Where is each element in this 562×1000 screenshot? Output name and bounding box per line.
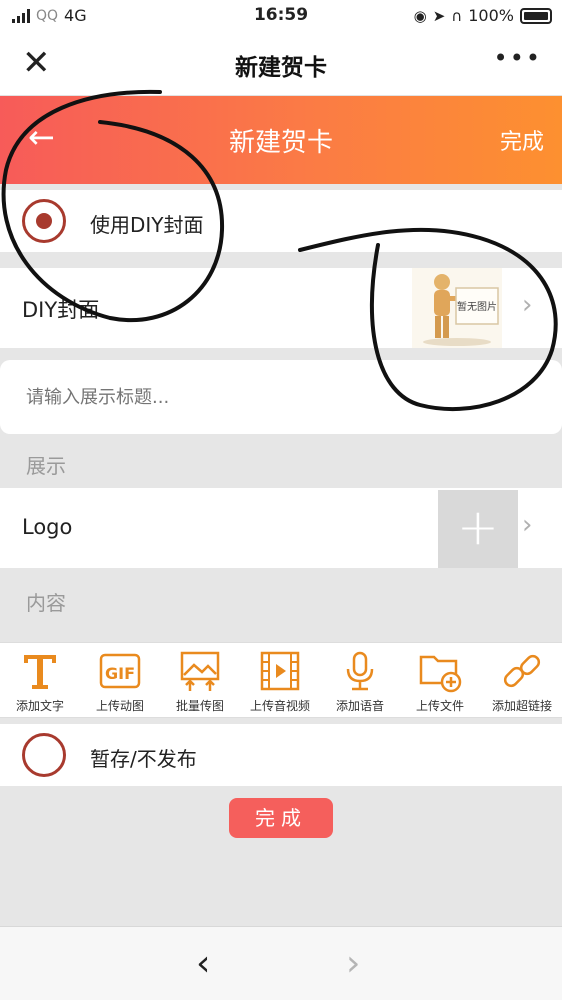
wechat-nav-bar: ✕ 新建贺卡 ••• — [0, 32, 562, 96]
content-toolbar: 添加文字 GIF 上传动图 批量传图 上传音视频 添加语音 上传文件 添加超链接 — [0, 642, 562, 718]
header-done-button[interactable]: 完成 — [500, 124, 544, 156]
add-text-label: 添加文字 — [15, 699, 64, 713]
submit-button[interactable]: 完成 — [229, 798, 333, 838]
diy-cover-radio[interactable] — [22, 199, 66, 243]
upload-gif-tool[interactable]: GIF 上传动图 — [80, 649, 160, 714]
wechat-page-title: 新建贺卡 — [235, 55, 327, 81]
use-diy-cover-row[interactable]: 使用DIY封面 — [0, 190, 562, 252]
add-link-label: 添加超链接 — [491, 699, 552, 713]
browser-forward-icon[interactable]: › — [346, 943, 360, 984]
link-icon — [503, 654, 541, 688]
person-with-sign-icon: 暂无图片 — [423, 274, 499, 346]
chevron-right-icon: › — [522, 510, 533, 540]
title-input-card — [0, 360, 562, 434]
upload-video-label: 上传音视频 — [249, 699, 310, 713]
battery-icon — [520, 7, 552, 24]
radio-selected-dot — [36, 213, 52, 229]
use-diy-cover-label: 使用DIY封面 — [90, 213, 204, 237]
video-icon — [260, 651, 300, 691]
draft-row[interactable]: 暂存/不发布 — [0, 724, 562, 786]
add-link-tool[interactable]: 添加超链接 — [482, 649, 562, 714]
battery-percent: 100% — [468, 6, 514, 25]
no-image-text: 暂无图片 — [457, 300, 497, 313]
upload-file-label: 上传文件 — [415, 699, 464, 713]
add-logo-button[interactable]: + — [438, 490, 518, 568]
batch-image-tool[interactable]: 批量传图 — [160, 649, 240, 714]
batch-image-icon — [180, 651, 220, 691]
content-section-label: 内容 — [26, 591, 66, 615]
upload-video-tool[interactable]: 上传音视频 — [240, 649, 320, 714]
batch-image-label: 批量传图 — [175, 699, 224, 713]
folder-add-icon — [419, 655, 462, 693]
add-voice-tool[interactable]: 添加语音 — [320, 649, 400, 714]
more-options-icon[interactable]: ••• — [494, 44, 542, 72]
microphone-icon — [346, 651, 374, 691]
svg-text:GIF: GIF — [105, 664, 135, 683]
diy-cover-row[interactable]: DIY封面 暂无图片 › — [0, 268, 562, 348]
chevron-right-icon: › — [522, 290, 533, 320]
location-icon: ➤ — [432, 6, 446, 25]
headphones-icon: ∩ — [451, 6, 463, 25]
upload-gif-label: 上传动图 — [95, 699, 144, 713]
plus-icon: + — [457, 498, 499, 556]
page-title: 新建贺卡 — [228, 128, 333, 158]
add-text-tool[interactable]: 添加文字 — [0, 649, 80, 714]
text-icon — [24, 655, 56, 689]
cover-placeholder-image[interactable]: 暂无图片 — [412, 268, 502, 348]
browser-bottom-bar: ‹ › — [0, 926, 562, 1000]
upload-file-tool[interactable]: 上传文件 — [400, 649, 480, 714]
lock-rotation-icon: ◉ — [413, 6, 427, 25]
draft-radio[interactable] — [22, 733, 66, 777]
draft-label: 暂存/不发布 — [90, 747, 197, 771]
add-voice-label: 添加语音 — [335, 699, 384, 713]
status-right: ◉ ➤ ∩ 100% — [414, 6, 552, 25]
logo-label: Logo — [22, 515, 73, 539]
gif-icon: GIF — [99, 653, 141, 689]
logo-row[interactable]: Logo + › — [0, 488, 562, 568]
title-input[interactable] — [26, 382, 526, 412]
display-section-label: 展示 — [26, 454, 66, 478]
status-bar: QQ 4G 16:59 ◉ ➤ ∩ 100% — [0, 0, 562, 32]
diy-cover-label: DIY封面 — [22, 298, 100, 322]
app-header: ← 新建贺卡 完成 — [0, 96, 562, 184]
browser-back-icon[interactable]: ‹ — [196, 943, 210, 984]
